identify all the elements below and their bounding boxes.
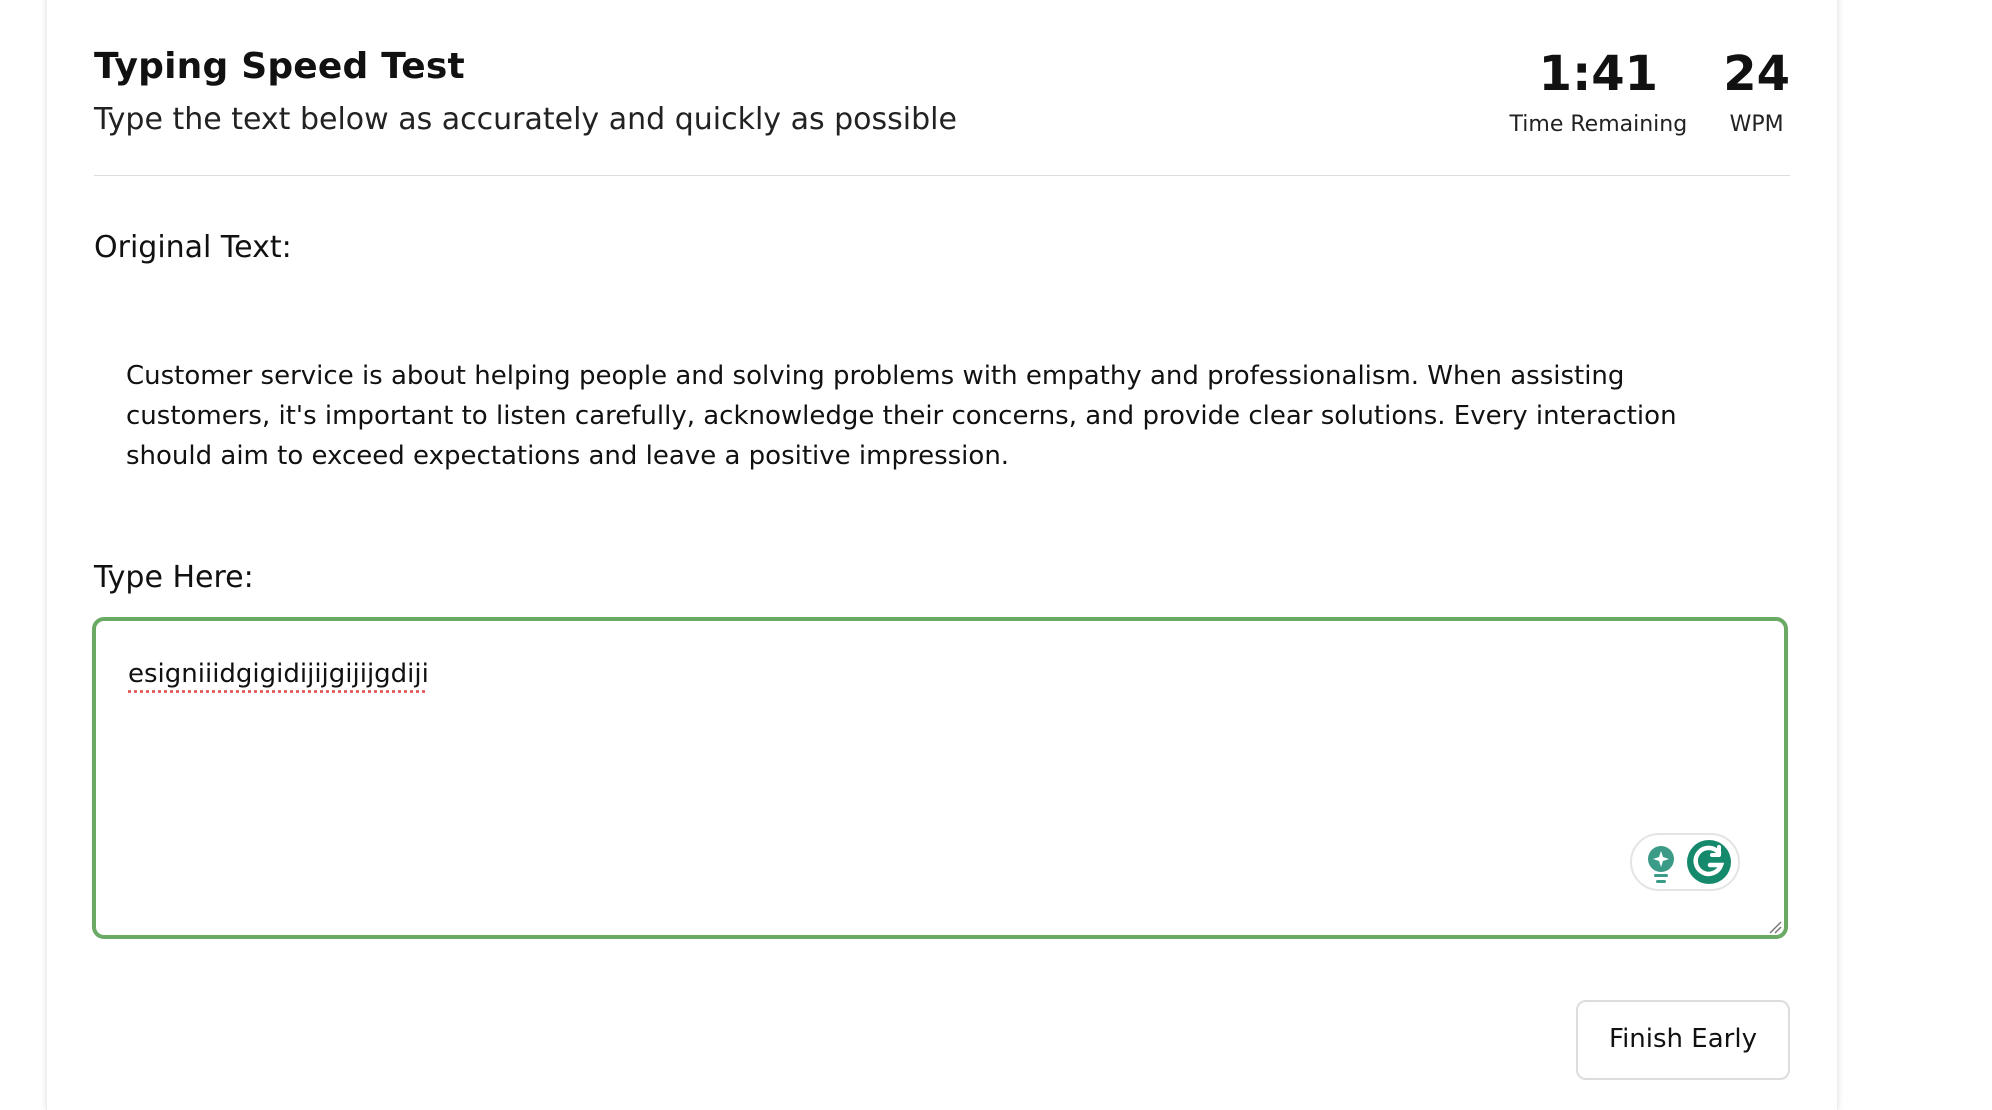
time-remaining-stat: 1:41 Time Remaining [1510,46,1688,137]
page-title: Typing Speed Test [94,46,465,87]
header-divider [94,175,1790,176]
typed-text[interactable]: esigniiidgigidijijgijijgdiji [128,659,429,689]
resize-handle-icon[interactable] [1768,919,1782,934]
wpm-stat: 24 WPM [1723,46,1790,137]
page-subtitle: Type the text below as accurately and qu… [94,102,957,137]
wpm-label: WPM [1729,112,1784,137]
lightbulb-icon[interactable] [1642,843,1680,889]
original-text: Customer service is about helping people… [126,361,1677,471]
time-remaining-label: Time Remaining [1509,112,1688,137]
stats: 1:41 Time Remaining 24 WPM [1510,46,1790,137]
wpm-value: 24 [1723,46,1790,102]
finish-early-button[interactable]: Finish Early [1576,1000,1790,1080]
grammarly-g-icon[interactable] [1686,839,1732,889]
header: Typing Speed Test Type the text below as… [94,46,1790,176]
original-text-label: Original Text: [94,230,292,265]
type-here-label: Type Here: [94,560,254,595]
time-remaining-value: 1:41 [1538,46,1659,102]
typing-input[interactable]: esigniiidgigidijijgijijgdiji [92,617,1788,939]
grammarly-widget[interactable] [1630,833,1740,891]
